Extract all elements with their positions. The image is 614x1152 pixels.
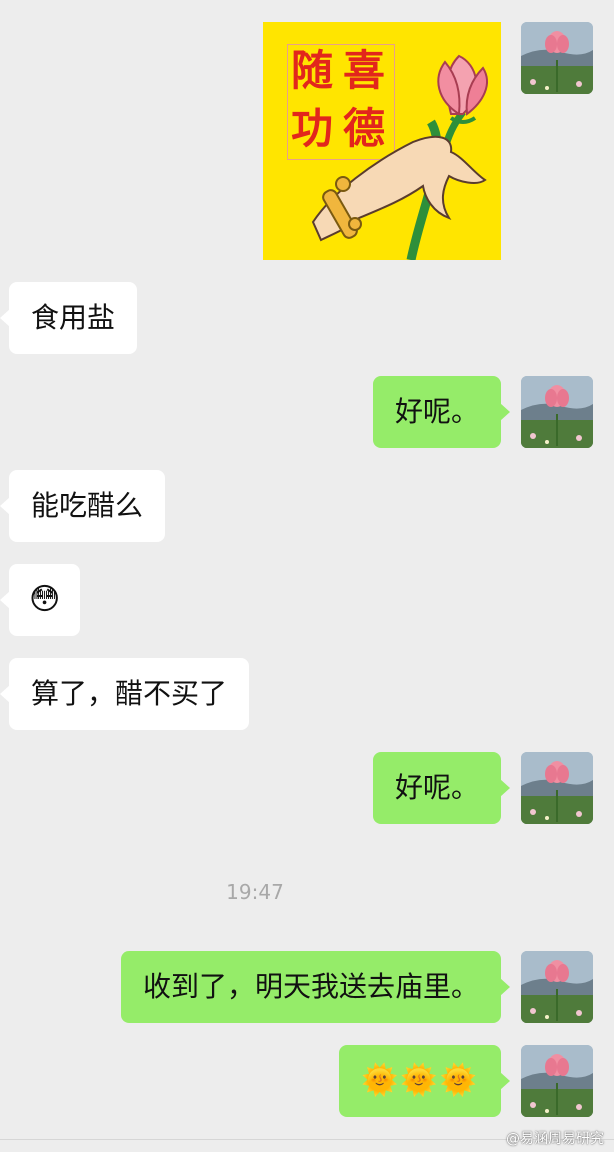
outgoing-message-bubble[interactable]: 好呢。 [372, 376, 511, 448]
sticker-message[interactable]: 随 喜 功 德 [263, 22, 501, 260]
outgoing-emoji-bubble[interactable]: 🌞🌞🌞 [338, 1045, 511, 1117]
my-avatar[interactable] [521, 22, 593, 94]
my-avatar[interactable] [521, 1045, 593, 1117]
message-text: 好呢。 [394, 395, 479, 428]
lotus-hand-icon [311, 54, 488, 260]
my-avatar[interactable] [521, 376, 593, 448]
lotus-avatar-icon [521, 1045, 593, 1117]
message-text: 食用盐 [31, 301, 116, 334]
chat-timestamp: 19:47 [226, 880, 284, 904]
my-avatar[interactable] [521, 951, 593, 1023]
outgoing-message-bubble[interactable]: 收到了，明天我送去庙里。 [120, 951, 511, 1023]
lotus-avatar-icon [521, 376, 593, 448]
message-text: 好呢。 [394, 771, 479, 804]
message-text: 收到了，明天我送去庙里。 [142, 970, 479, 1003]
lotus-avatar-icon [521, 752, 593, 824]
my-avatar[interactable] [521, 752, 593, 824]
weibo-watermark: @易涵周易研究 [506, 1131, 604, 1147]
incoming-emoji-bubble[interactable]: 😳 [0, 564, 81, 636]
message-text: 能吃醋么 [31, 489, 144, 522]
incoming-message-bubble[interactable]: 能吃醋么 [0, 470, 166, 542]
lotus-avatar-icon [521, 951, 593, 1023]
message-text: 算了，醋不买了 [31, 677, 228, 710]
incoming-message-bubble[interactable]: 食用盐 [0, 282, 138, 354]
sun-face-emoji-row: 🌞🌞🌞 [360, 1063, 479, 1098]
outgoing-message-bubble[interactable]: 好呢。 [372, 752, 511, 824]
lotus-avatar-icon [521, 22, 593, 94]
flushed-face-emoji: 😳 [29, 582, 61, 617]
incoming-message-bubble[interactable]: 算了，醋不买了 [0, 658, 250, 730]
